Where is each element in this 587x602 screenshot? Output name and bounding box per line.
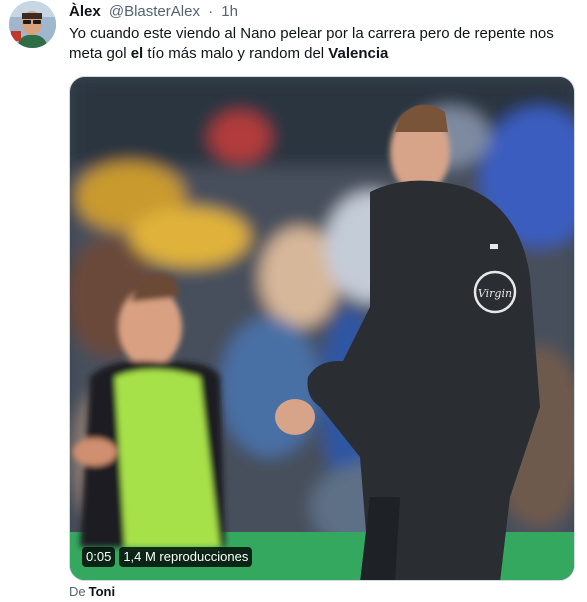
jacket-logo-text: Virgin [478,287,512,300]
attribution-author[interactable]: Toni [89,584,115,599]
tweet-header: Àlex @BlasterAlex · 1h [69,2,238,22]
video-attribution: De Toni [69,584,115,600]
video-views: 1,4 M reproducciones [119,547,253,567]
video-overlay: 0:05 1,4 M reproducciones [82,547,253,567]
author-name[interactable]: Àlex [69,3,101,20]
attribution-prefix: De [69,584,86,599]
video-frame: Virgin [70,77,574,580]
avatar[interactable] [9,1,56,48]
video-duration: 0:05 [82,547,116,567]
author-handle[interactable]: @BlasterAlex [109,3,200,20]
video-player[interactable]: Virgin 0:05 1,4 M reproducciones [69,76,575,581]
tweet-text-part2: tío más malo y random del [143,45,329,62]
separator-dot: · [208,3,214,20]
timestamp[interactable]: 1h [221,3,238,20]
avatar-image [9,1,56,48]
tweet-text-bold2: Valencia [328,45,389,62]
tweet-text: Yo cuando este viendo al Nano pelear por… [69,24,574,64]
tweet-text-bold1: el [130,45,144,62]
